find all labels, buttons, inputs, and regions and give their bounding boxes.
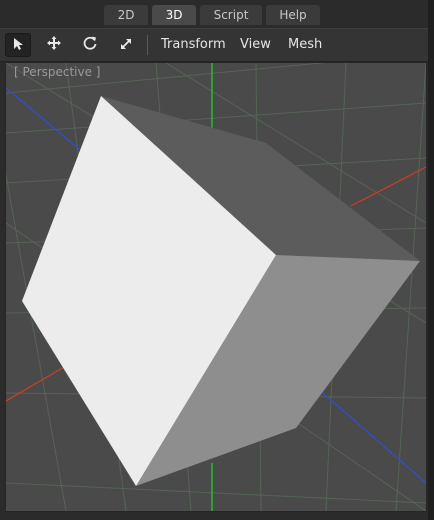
- menu-view[interactable]: View: [240, 37, 271, 53]
- tab-3d[interactable]: 3D: [152, 5, 196, 25]
- tab-help[interactable]: Help: [266, 5, 320, 25]
- scale-icon: [119, 36, 133, 55]
- move-tool-button[interactable]: [41, 33, 67, 57]
- menu-mesh[interactable]: Mesh: [288, 37, 322, 53]
- editor-tabbar: 2D 3D Script Help: [0, 0, 434, 26]
- rotate-icon: [82, 35, 98, 55]
- select-tool-button[interactable]: [5, 33, 31, 57]
- right-edge-bar: [428, 0, 434, 520]
- tab-script[interactable]: Script: [200, 5, 262, 25]
- 3d-viewport[interactable]: [ Perspective ]: [5, 62, 427, 512]
- select-arrow-icon: [12, 36, 24, 55]
- scale-tool-button[interactable]: [113, 33, 139, 57]
- viewport-label: [ Perspective ]: [14, 65, 101, 79]
- toolbar-separator: [147, 35, 148, 55]
- toolbar: Transform View Mesh: [0, 28, 434, 62]
- viewport-scene: [6, 63, 426, 511]
- move-icon: [46, 35, 62, 55]
- menu-transform[interactable]: Transform: [161, 37, 226, 53]
- tab-2d[interactable]: 2D: [104, 5, 148, 25]
- rotate-tool-button[interactable]: [77, 33, 103, 57]
